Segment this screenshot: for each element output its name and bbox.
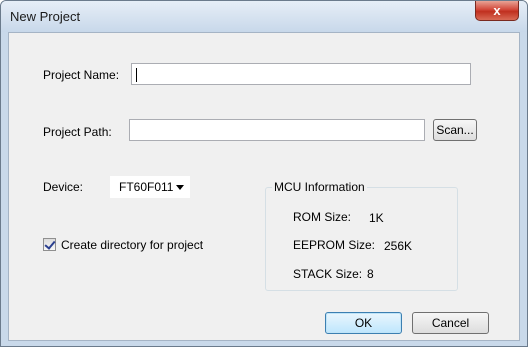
dialog-body: Project Name: Project Path: Scan... Devi…	[8, 32, 520, 341]
cancel-button[interactable]: Cancel	[412, 312, 489, 334]
create-directory-label[interactable]: Create directory for project	[61, 238, 203, 252]
device-select-value: FT60F011	[119, 180, 174, 194]
rom-size-value: 1K	[369, 211, 384, 225]
chevron-down-icon	[176, 185, 184, 190]
checkmark-icon	[44, 238, 56, 250]
new-project-dialog: New Project x Project Name: Project Path…	[0, 0, 528, 347]
device-select[interactable]: FT60F011	[110, 176, 190, 198]
eeprom-size-label: EEPROM Size:	[293, 238, 376, 252]
eeprom-size-value: 256K	[384, 239, 413, 253]
rom-size-label: ROM Size:	[293, 210, 352, 224]
scan-button[interactable]: Scan...	[433, 119, 477, 141]
stack-size-label: STACK Size:	[293, 267, 363, 281]
project-name-input[interactable]	[131, 63, 471, 85]
close-icon: x	[493, 3, 501, 18]
title-bar[interactable]: New Project x	[1, 1, 527, 32]
create-directory-checkbox[interactable]	[43, 238, 56, 251]
mcu-information-title: MCU Information	[272, 180, 367, 194]
dialog-title: New Project	[10, 9, 81, 24]
close-button[interactable]: x	[475, 1, 519, 21]
project-path-label: Project Path:	[43, 125, 112, 139]
stack-size-value: 8	[367, 267, 374, 281]
mcu-information-group: MCU Information ROM Size: 1K EEPROM Size…	[265, 180, 458, 291]
project-path-input[interactable]	[129, 119, 425, 141]
text-caret	[136, 68, 137, 82]
project-name-label: Project Name:	[43, 68, 120, 82]
ok-button[interactable]: OK	[325, 312, 402, 334]
device-label: Device:	[43, 180, 84, 194]
